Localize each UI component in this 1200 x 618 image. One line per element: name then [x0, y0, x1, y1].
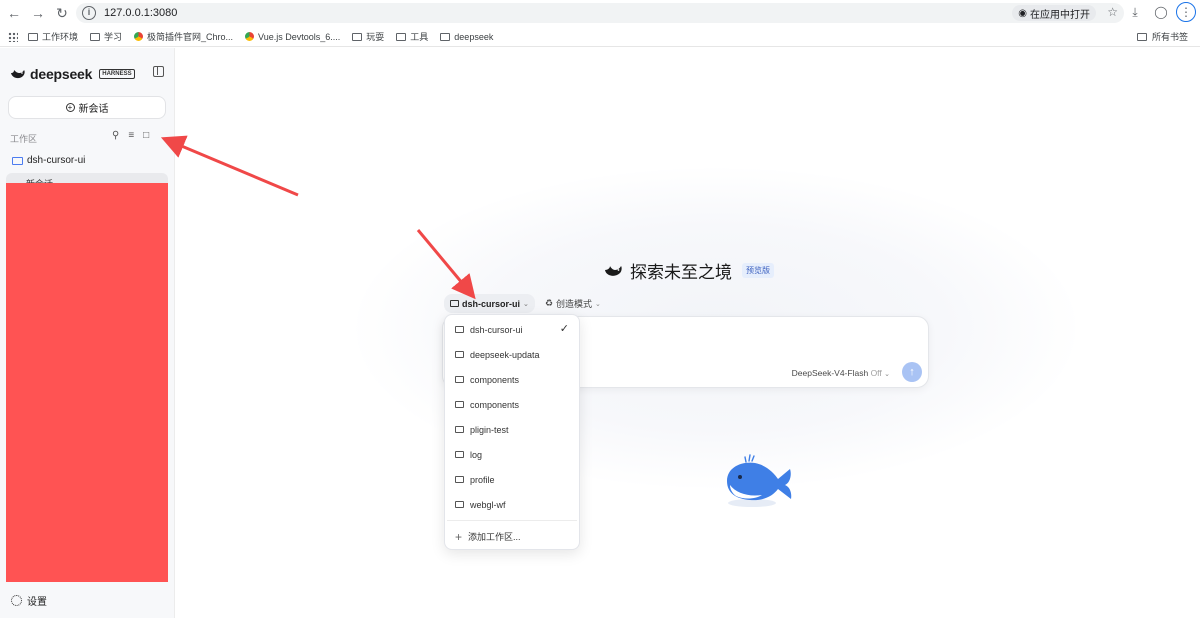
dropdown-item[interactable]: log: [445, 442, 579, 467]
folder-icon: [455, 426, 464, 433]
recycle-icon: ♻: [544, 298, 553, 308]
open-in-app-label: 在应用中打开: [1030, 9, 1090, 21]
whale-mascot-icon: [727, 454, 792, 507]
folder-icon: [455, 401, 464, 408]
bookmark-item[interactable]: 工作环境: [28, 30, 78, 43]
all-bookmarks[interactable]: 所有书签: [1136, 30, 1188, 43]
dropdown-item[interactable]: components: [445, 367, 579, 392]
folder-icon: [455, 476, 464, 483]
toolbar-actions: ⤓ ◯ ⋮: [1124, 1, 1196, 23]
headline-text: 探索未至之境: [630, 263, 732, 282]
folder-icon: [455, 451, 464, 458]
url-text[interactable]: 127.0.0.1:3080: [104, 7, 177, 19]
folder-icon: [396, 32, 407, 41]
bookmark-item[interactable]: 工具: [396, 30, 428, 43]
project-name: dsh-cursor-ui: [27, 155, 86, 166]
open-in-app-button[interactable]: ◉ 在应用中打开: [1012, 5, 1096, 21]
gear-icon: [11, 595, 22, 606]
bookmark-item[interactable]: Vue.js Devtools_6....: [245, 32, 340, 42]
chevron-down-icon: ⌄: [594, 300, 601, 308]
sidebar-toggle-icon[interactable]: [153, 66, 164, 77]
dropdown-item[interactable]: dsh-cursor-ui ✓: [445, 317, 579, 342]
bookmark-star-icon[interactable]: ☆: [1107, 5, 1118, 19]
workspace-heading: 工作区: [10, 134, 38, 144]
composer-chips: dsh-cursor-ui ⌄ ♻ 创造模式 ⌄: [444, 294, 601, 313]
add-workspace-item[interactable]: + 添加工作区...: [445, 524, 579, 549]
dropdown-item[interactable]: deepseek-updata: [445, 342, 579, 367]
model-name: DeepSeek-V4-Flash: [791, 368, 869, 378]
plus-icon: +: [455, 529, 463, 544]
logo-text: deepseek: [30, 66, 93, 82]
whale-logo-icon: [11, 70, 25, 79]
folder-icon: [90, 32, 101, 41]
hero-heading: 探索未至之境 预览版: [604, 258, 774, 283]
chrome-icon: [245, 32, 255, 41]
search-icon[interactable]: ⚲: [112, 130, 119, 141]
workspace-selector[interactable]: dsh-cursor-ui ⌄: [444, 294, 535, 313]
dropdown-divider: [447, 520, 577, 521]
sidebar-project[interactable]: dsh-cursor-ui: [12, 155, 85, 166]
whale-logo-icon: [605, 265, 622, 276]
bookmark-item[interactable]: 玩耍: [352, 30, 384, 43]
workspace-actions: ⚲ ≡ □: [112, 130, 149, 141]
redaction-overlay: [6, 183, 168, 582]
folder-icon: [28, 32, 38, 41]
dropdown-item[interactable]: pligin-test: [445, 417, 579, 442]
sidebar: deepseek HARNESS + 新会话 工作区 ⚲ ≡ □ dsh-cur…: [0, 48, 175, 618]
bookmark-item[interactable]: deepseek: [440, 32, 493, 42]
model-selector[interactable]: DeepSeek-V4-Flash Off ⌄: [792, 368, 890, 378]
address-bar[interactable]: i 127.0.0.1:3080 ◉ 在应用中打开 ☆: [76, 3, 1124, 23]
dropdown-item[interactable]: components: [445, 392, 579, 417]
browser-toolbar: ← → ↻ i 127.0.0.1:3080 ◉ 在应用中打开 ☆ ⤓ ◯ ⋮: [0, 0, 1200, 26]
folder-icon: [440, 32, 451, 41]
filter-icon[interactable]: ≡: [128, 130, 134, 141]
folder-icon: [12, 156, 23, 165]
folder-icon: [352, 32, 363, 41]
bookmark-item[interactable]: 极简插件官网_Chro...: [134, 30, 233, 43]
dropdown-item[interactable]: webgl-wf: [445, 492, 579, 517]
mode-selector[interactable]: ♻ 创造模式 ⌄: [545, 294, 601, 313]
folder-icon: [455, 326, 464, 333]
apps-grid-icon[interactable]: [8, 31, 18, 42]
download-icon[interactable]: ⤓: [1124, 1, 1146, 23]
bookmarks-bar: 工作环境 学习 极简插件官网_Chro... Vue.js Devtools_6…: [0, 27, 1200, 47]
reload-icon[interactable]: ↻: [50, 1, 74, 25]
mode-selector-label: 创造模式: [555, 299, 592, 309]
bookmark-item[interactable]: 学习: [90, 30, 122, 43]
beta-badge: 预览版: [742, 263, 774, 278]
chrome-menu-icon[interactable]: ⋮: [1176, 2, 1196, 22]
app-icon: ◉: [1018, 7, 1027, 19]
main-panel: 探索未至之境 预览版 dsh-cursor-ui ⌄ ♻ 创造模式 ⌄ Deep…: [176, 48, 1200, 618]
workspace-dropdown: dsh-cursor-ui ✓ deepseek-updata componen…: [444, 314, 580, 550]
new-chat-label: 新会话: [78, 104, 109, 115]
settings-button[interactable]: 设置: [11, 593, 47, 608]
chrome-icon: [134, 32, 144, 41]
plus-circle-icon: +: [65, 103, 75, 112]
settings-label: 设置: [27, 597, 47, 608]
workspace-selector-label: dsh-cursor-ui: [462, 298, 521, 309]
folder-icon: [455, 376, 464, 383]
checkmark-icon: ✓: [559, 323, 569, 335]
folder-icon: [1136, 32, 1147, 41]
site-info-icon[interactable]: i: [82, 6, 96, 20]
app-logo: deepseek HARNESS: [10, 66, 135, 82]
chevron-down-icon: ⌄: [523, 300, 529, 308]
model-state: Off: [870, 368, 882, 378]
folder-icon: [450, 300, 459, 307]
new-chat-button[interactable]: + 新会话: [8, 96, 166, 119]
folder-icon: [455, 351, 464, 358]
chevron-down-icon: ⌄: [884, 371, 890, 378]
forward-icon[interactable]: →: [26, 1, 50, 25]
folder-icon: [455, 501, 464, 508]
add-folder-icon[interactable]: □: [143, 130, 149, 141]
profile-icon[interactable]: ◯: [1150, 1, 1172, 23]
arrow-up-icon[interactable]: ↑: [902, 362, 922, 382]
back-icon[interactable]: ←: [2, 1, 26, 25]
logo-badge: HARNESS: [99, 69, 135, 79]
dropdown-item[interactable]: profile: [445, 467, 579, 492]
